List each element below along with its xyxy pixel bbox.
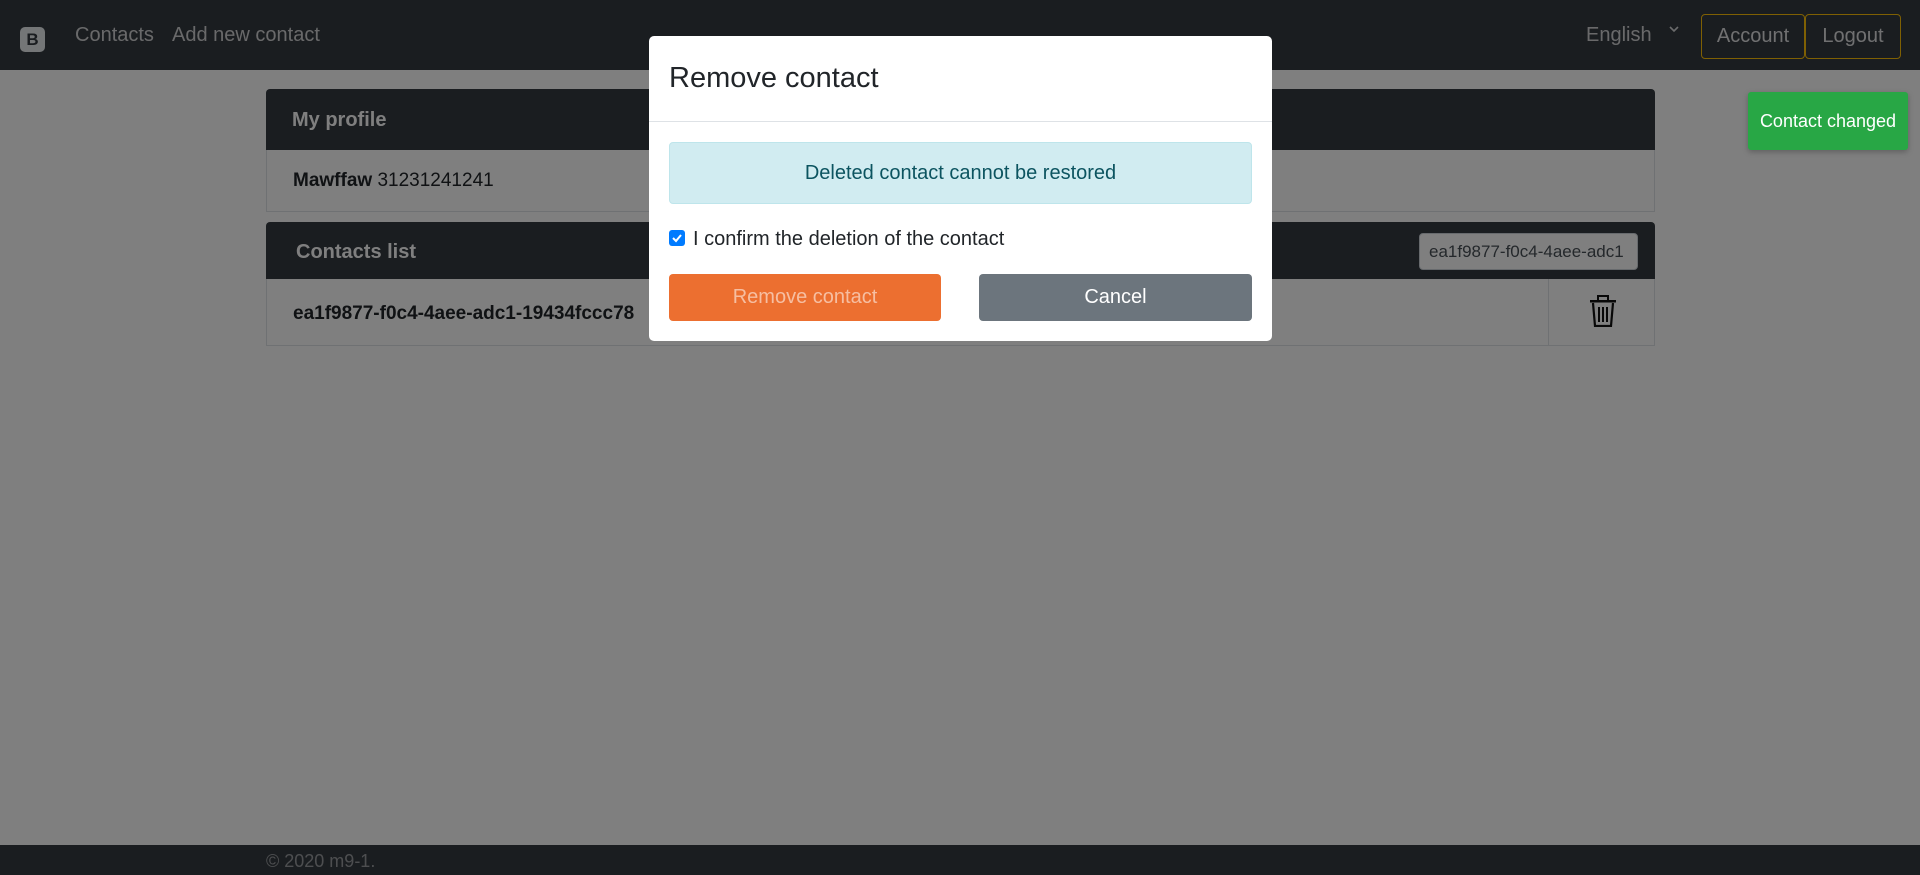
modal-header: Remove contact	[649, 36, 1272, 122]
modal-title: Remove contact	[669, 62, 879, 94]
checkmark-icon	[672, 234, 682, 243]
remove-contact-modal: Remove contact Deleted contact cannot be…	[649, 36, 1272, 341]
remove-contact-button[interactable]: Remove contact	[669, 274, 941, 321]
confirm-label[interactable]: I confirm the deletion of the contact	[693, 228, 1004, 251]
toast-notification: Contact changed	[1748, 92, 1908, 150]
confirm-checkbox[interactable]	[669, 230, 685, 246]
warning-alert: Deleted contact cannot be restored	[669, 142, 1252, 204]
cancel-button[interactable]: Cancel	[979, 274, 1252, 321]
